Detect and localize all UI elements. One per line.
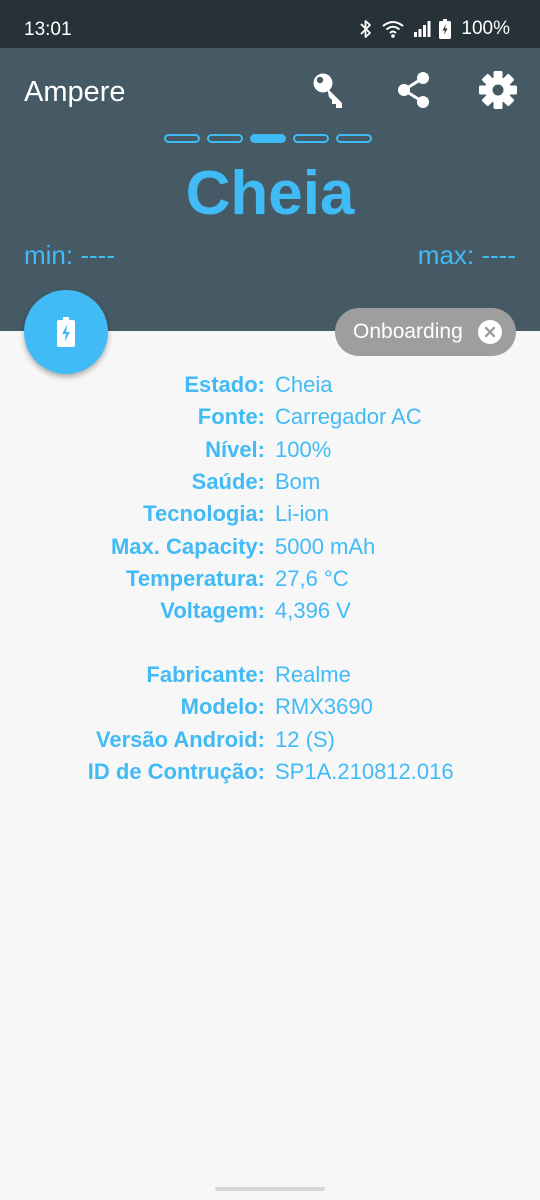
info-label: Versão Android: <box>95 726 265 752</box>
info-label: Tecnologia: <box>143 501 265 527</box>
app-title: Ampere <box>24 76 126 108</box>
info-row-modelo: Modelo: RMX3690 <box>0 691 540 723</box>
page-dot[interactable] <box>207 134 243 143</box>
key-icon <box>313 73 342 108</box>
info-row-estado: Estado: Cheia <box>0 369 540 401</box>
status-icons: 100% <box>359 16 510 42</box>
info-value: 100% <box>275 436 332 462</box>
battery-percent: 100% <box>461 18 510 39</box>
info-row-fabricante: Fabricante: Realme <box>0 659 540 691</box>
info-label: Voltagem: <box>160 598 265 624</box>
status-bar: 13:01 100% <box>0 0 540 48</box>
info-row-voltagem: Voltagem: 4,396 V <box>0 595 540 627</box>
info-value: Realme <box>275 662 351 688</box>
info-value: Li-ion <box>275 501 329 527</box>
info-label: Temperatura: <box>126 565 265 591</box>
info-value: Carregador AC <box>275 404 422 430</box>
wifi-icon <box>382 21 405 38</box>
info-label: Fonte: <box>197 404 265 430</box>
page-dot[interactable] <box>164 134 200 143</box>
info-row-temperatura: Temperatura: 27,6 °C <box>0 563 540 595</box>
settings-button[interactable] <box>476 68 520 112</box>
info-row-tecnologia: Tecnologia: Li-ion <box>0 498 540 530</box>
status-time: 13:01 <box>24 19 72 40</box>
min-value: min: ---- <box>24 240 115 270</box>
info-value: SP1A.210812.016 <box>275 759 454 785</box>
info-row-versao-android: Versão Android: 12 (S) <box>0 724 540 756</box>
signal-icon <box>414 21 431 37</box>
chip-label: Onboarding <box>353 320 463 343</box>
info-value: 5000 mAh <box>275 533 376 559</box>
battery-info-list: Estado: Cheia Fonte: Carregador AC Nível… <box>0 369 540 627</box>
info-value: RMX3690 <box>275 694 373 720</box>
battery-charging-icon <box>439 19 452 39</box>
info-value: Cheia <box>275 372 333 398</box>
info-value: 27,6 °C <box>275 565 349 591</box>
settings-icon <box>479 71 517 109</box>
info-label: Max. Capacity: <box>110 533 265 559</box>
info-value: 12 (S) <box>275 726 335 752</box>
info-label: Saúde: <box>191 469 265 495</box>
onboarding-chip[interactable]: Onboarding <box>335 308 516 356</box>
info-row-saude: Saúde: Bom <box>0 466 540 498</box>
gesture-nav-handle[interactable] <box>215 1187 325 1191</box>
page-dot[interactable] <box>336 134 372 143</box>
share-icon <box>398 72 429 108</box>
page-indicator <box>164 134 372 143</box>
info-row-max-capacity: Max. Capacity: 5000 mAh <box>0 530 540 562</box>
battery-fab[interactable] <box>24 290 108 374</box>
info-label: ID de Contrução: <box>87 759 265 785</box>
info-label: Nível: <box>205 436 265 462</box>
charge-state-title: Cheia <box>185 159 355 228</box>
close-icon[interactable] <box>478 320 502 344</box>
info-label: Estado: <box>184 372 265 398</box>
page-dot[interactable] <box>293 134 329 143</box>
info-value: 4,396 V <box>275 598 351 624</box>
info-label: Modelo: <box>180 694 265 720</box>
page-dot[interactable] <box>250 134 286 143</box>
header: Ampere Cheia min: ---- max: ---- <box>0 48 540 331</box>
info-row-nivel: Nível: 100% <box>0 434 540 466</box>
info-row-build-id: ID de Contrução: SP1A.210812.016 <box>0 756 540 788</box>
battery-charging-icon <box>57 317 75 347</box>
share-button[interactable] <box>392 68 436 112</box>
info-row-fonte: Fonte: Carregador AC <box>0 401 540 433</box>
device-info-list: Fabricante: Realme Modelo: RMX3690 Versã… <box>0 659 540 788</box>
bluetooth-icon <box>360 20 372 38</box>
info-label: Fabricante: <box>146 662 265 688</box>
info-value: Bom <box>275 469 321 495</box>
max-value: max: ---- <box>417 240 516 270</box>
key-button[interactable] <box>308 68 352 112</box>
